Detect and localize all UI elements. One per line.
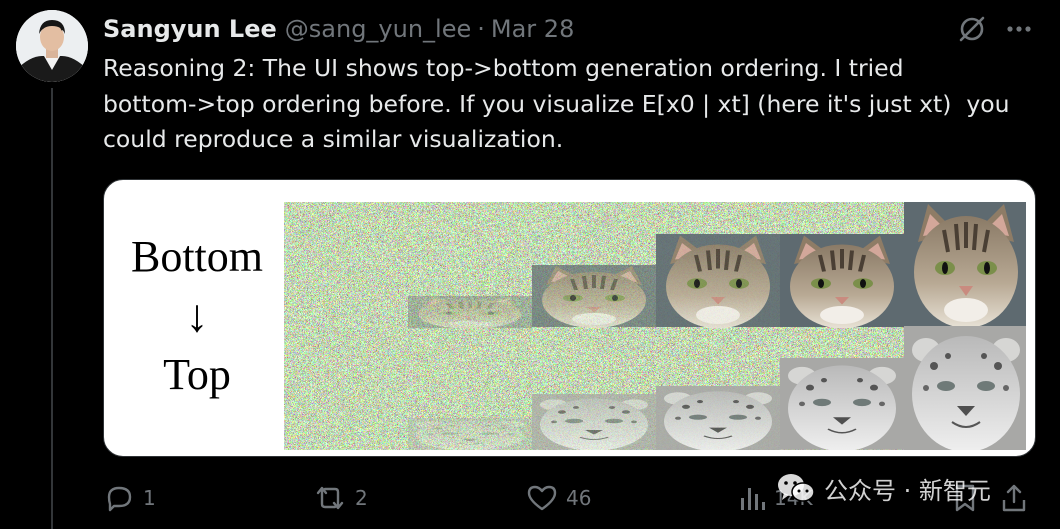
repost-button[interactable]: 2 (313, 478, 368, 518)
more-horizontal-icon (1007, 26, 1031, 32)
views-bar-chart-icon (741, 488, 765, 510)
share-button[interactable] (1000, 478, 1028, 518)
figure-order-label: Bottom ↓ Top (104, 230, 290, 402)
header-separator: · (477, 15, 485, 43)
repost-icon (316, 486, 344, 510)
avatar-photo (16, 10, 88, 82)
wechat-watermark: 公众号 · 新智元 (776, 470, 991, 506)
like-button[interactable]: 46 (526, 478, 591, 518)
thread-connector-line (51, 88, 53, 529)
reply-icon (107, 486, 132, 512)
reply-button[interactable]: 1 (103, 478, 156, 518)
repost-count: 2 (355, 486, 368, 510)
reply-count: 1 (143, 486, 156, 510)
figure-down-arrow: ↓ (185, 290, 209, 341)
heart-icon (527, 485, 557, 511)
watermark-text: 公众号 · 新智元 (824, 476, 991, 505)
figure-label-top: Top (163, 350, 231, 399)
author-name[interactable]: Sangyun Lee (103, 15, 277, 43)
avatar[interactable] (16, 10, 88, 82)
tweet-media-image[interactable]: Bottom ↓ Top (103, 179, 1036, 457)
diffusion-sample-grid (284, 202, 1026, 450)
tweet-date[interactable]: Mar 28 (491, 15, 574, 43)
more-options-button[interactable] (1002, 12, 1036, 46)
like-count: 46 (566, 486, 592, 510)
wechat-logo-icon (778, 474, 815, 502)
grok-button[interactable] (955, 12, 989, 46)
tweet-header: Sangyun Lee @sang_yun_lee · Mar 28 (103, 12, 574, 46)
grok-icon (959, 16, 985, 42)
figure-label-bottom: Bottom (130, 232, 264, 281)
author-handle[interactable]: @sang_yun_lee (285, 15, 471, 43)
tweet-text: Reasoning 2: The UI shows top->bottom ge… (103, 54, 1010, 153)
share-icon (1002, 484, 1026, 512)
